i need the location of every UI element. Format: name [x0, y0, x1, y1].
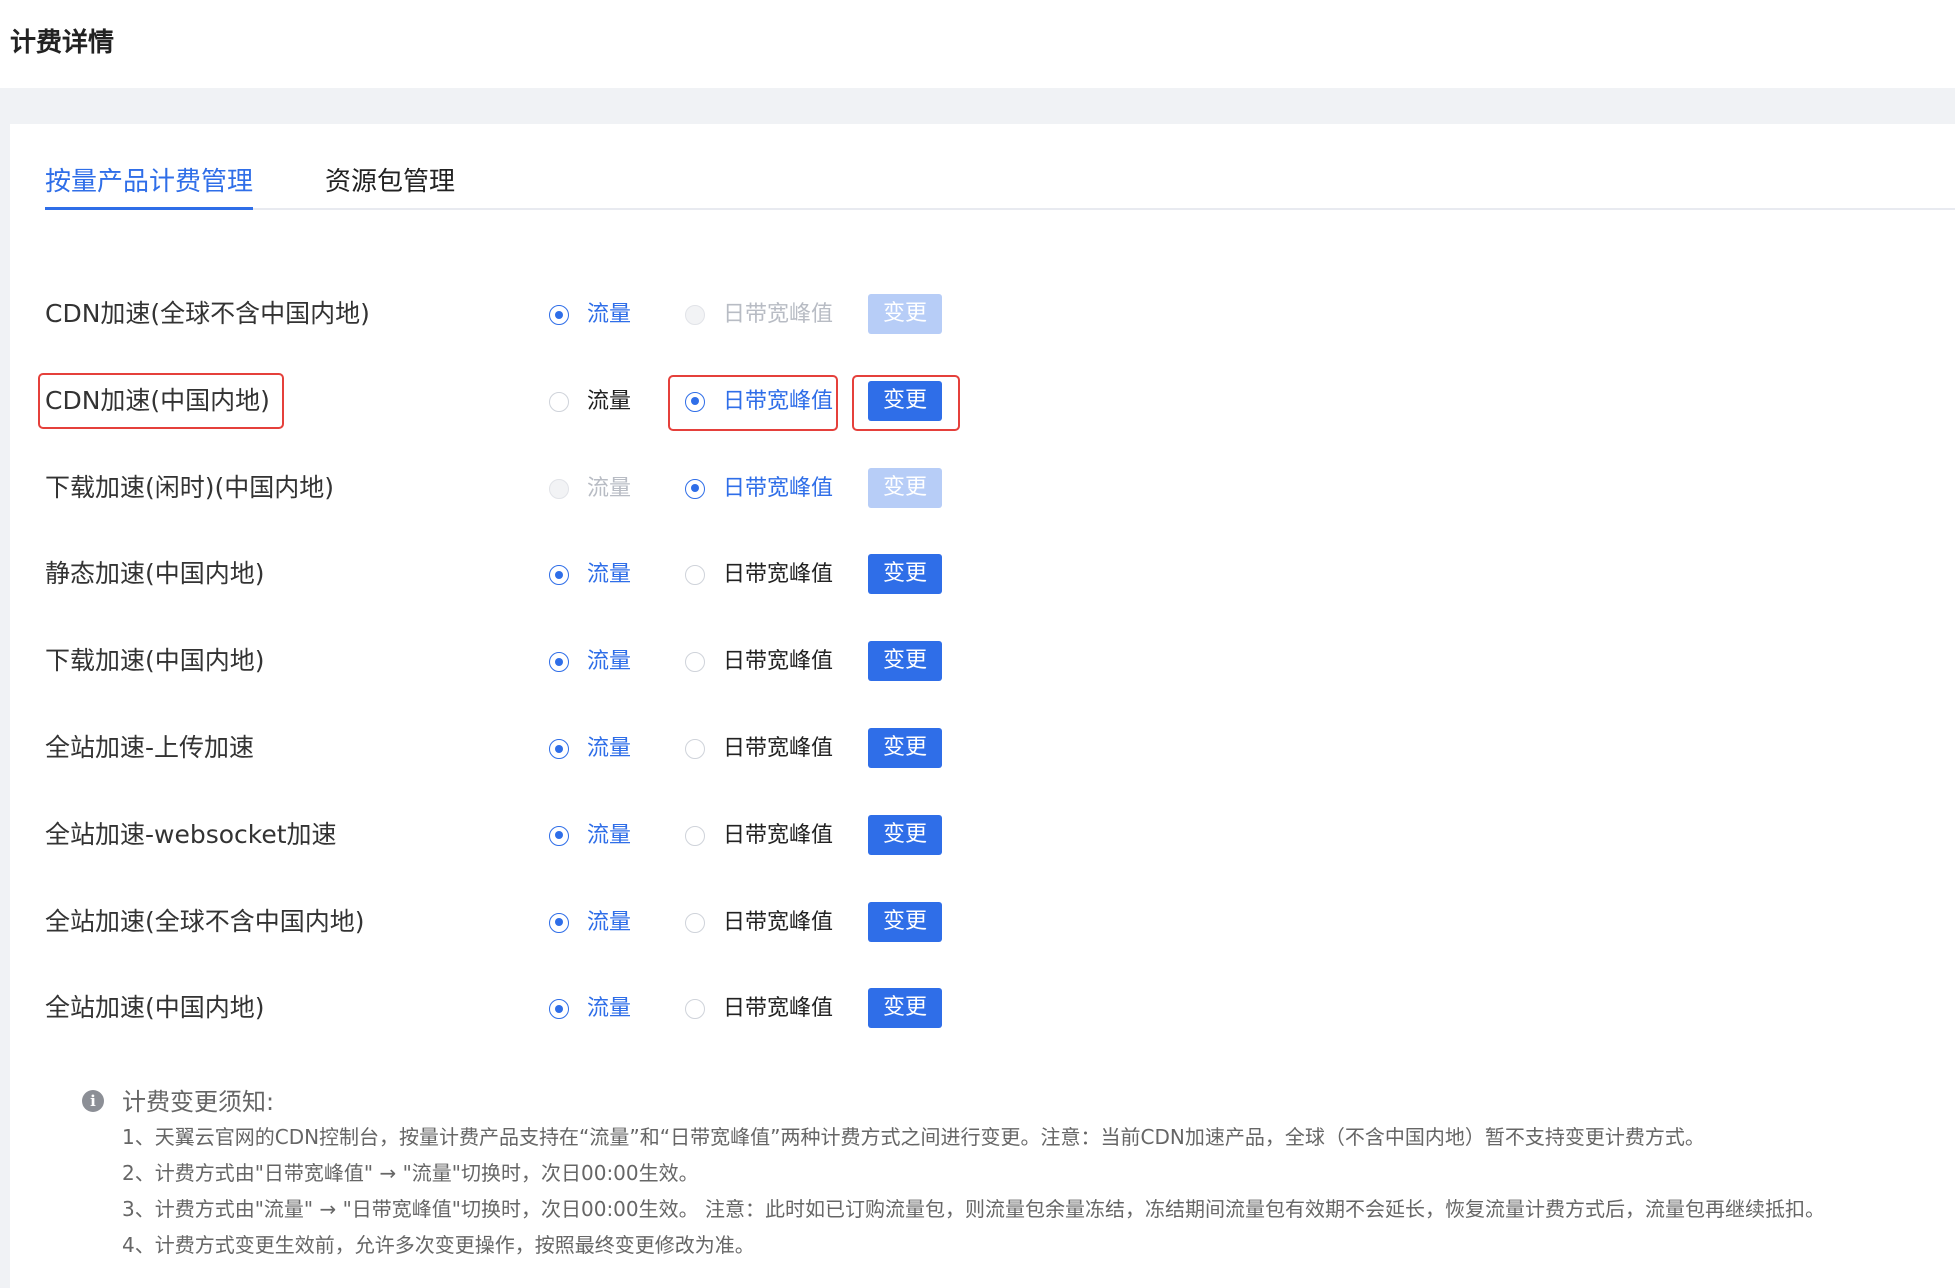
- tab-pay-as-you-go[interactable]: 按量产品计费管理: [45, 164, 254, 210]
- billing-row: CDN加速(全球不含中国内地) 流量 日带宽峰值 变更: [10, 286, 1110, 346]
- billing-row: 全站加速(全球不含中国内地) 流量 日带宽峰值 变更: [10, 894, 1110, 954]
- product-name: 全站加速-上传加速: [45, 733, 255, 762]
- change-button[interactable]: 变更: [868, 814, 942, 855]
- radio-label: 流量: [587, 388, 632, 414]
- page-header: 计费详情: [0, 0, 1955, 88]
- radio-circle-icon: [549, 478, 569, 499]
- billing-row: 下载加速(中国内地) 流量 日带宽峰值 变更: [10, 633, 1110, 693]
- radio-circle-icon: [685, 652, 705, 673]
- change-button[interactable]: 变更: [868, 988, 942, 1029]
- product-name: 全站加速(中国内地): [45, 993, 265, 1023]
- radio-circle-icon: [685, 305, 705, 325]
- radio-circle-icon: [685, 478, 705, 499]
- radio-label: 流量: [587, 475, 632, 501]
- radio-label: 流量: [587, 909, 632, 935]
- radio-label: 日带宽峰值: [723, 388, 834, 414]
- billing-row: 静态加速(中国内地) 流量 日带宽峰值 变更: [10, 546, 1110, 606]
- product-name: 下载加速(中国内地): [45, 646, 265, 676]
- billing-row: CDN加速(中国内地) 流量 日带宽峰值 变更: [10, 372, 1110, 433]
- radio-label: 流量: [587, 649, 632, 675]
- radio-circle-icon: [685, 999, 705, 1020]
- radio-label: 流量: [587, 736, 632, 761]
- product-name: CDN加速(中国内地): [45, 385, 270, 415]
- radio-label: 日带宽峰值: [723, 302, 834, 327]
- product-name: 下载加速(闲时)(中国内地): [45, 472, 335, 502]
- radio-circle-icon: [685, 565, 705, 586]
- radio-label: 流量: [587, 562, 632, 588]
- product-name: 全站加速(全球不含中国内地): [45, 906, 365, 936]
- radio-circle-icon: [685, 739, 705, 759]
- change-button: 变更: [868, 294, 942, 334]
- radio-circle-icon: [685, 912, 705, 933]
- notice-line-3: 3、计费方式由"流量" → "日带宽峰值"切换时，次日00:00生效。 注意：此…: [122, 1197, 1825, 1221]
- radio-label: 日带宽峰值: [723, 562, 834, 588]
- change-button[interactable]: 变更: [868, 554, 942, 595]
- radio-label: 日带宽峰值: [723, 649, 834, 675]
- radio-circle-icon: [549, 652, 569, 673]
- radio-circle-icon: [549, 305, 569, 325]
- billing-row: 全站加速-上传加速 流量 日带宽峰值 变更: [10, 720, 1110, 780]
- radio-label: 日带宽峰值: [723, 736, 834, 761]
- notice-line-1: 1、天翼云官网的CDN控制台，按量计费产品支持在“流量”和“日带宽峰值”两种计费…: [122, 1125, 1705, 1149]
- radio-label: 流量: [587, 996, 632, 1022]
- tab-bar: 按量产品计费管理 资源包管理: [45, 164, 1955, 210]
- info-icon: i: [82, 1090, 104, 1112]
- radio-label: 日带宽峰值: [723, 996, 834, 1022]
- page-title: 计费详情: [10, 28, 115, 58]
- radio-circle-icon: [685, 825, 705, 846]
- change-button[interactable]: 变更: [868, 728, 942, 768]
- radio-circle-icon: [549, 912, 569, 933]
- notice-line-4: 4、计费方式变更生效前，允许多次变更操作，按照最终变更修改为准。: [122, 1233, 755, 1257]
- tab-resource-package[interactable]: 资源包管理: [325, 164, 455, 200]
- radio-circle-icon: [549, 391, 569, 412]
- change-button[interactable]: 变更: [868, 901, 942, 942]
- radio-circle-icon: [549, 999, 569, 1020]
- radio-circle-icon: [549, 565, 569, 586]
- product-name: 静态加速(中国内地): [45, 559, 265, 589]
- change-button[interactable]: 变更: [868, 641, 942, 682]
- notice-line-2: 2、计费方式由"日带宽峰值" → "流量"切换时，次日00:00生效。: [122, 1161, 699, 1185]
- radio-circle-icon: [549, 825, 569, 846]
- radio-circle-icon: [549, 739, 569, 759]
- radio-label: 流量: [587, 822, 632, 848]
- product-name: 全站加速-websocket加速: [45, 819, 337, 849]
- billing-row: 全站加速-websocket加速 流量 日带宽峰值 变更: [10, 807, 1110, 867]
- billing-row: 全站加速(中国内地) 流量 日带宽峰值 变更: [10, 980, 1110, 1040]
- radio-label: 流量: [587, 302, 632, 327]
- notice-title: 计费变更须知:: [122, 1088, 275, 1116]
- change-button[interactable]: 变更: [868, 380, 942, 421]
- product-name: CDN加速(全球不含中国内地): [45, 299, 370, 328]
- radio-label: 日带宽峰值: [723, 475, 834, 501]
- billing-card: 按量产品计费管理 资源包管理 CDN加速(全球不含中国内地) 流量 日带宽峰值 变更 C…: [10, 124, 1955, 1288]
- change-button: 变更: [868, 467, 942, 508]
- radio-circle-icon: [685, 391, 705, 412]
- radio-label: 日带宽峰值: [723, 909, 834, 935]
- radio-label: 日带宽峰值: [723, 822, 834, 848]
- billing-row: 下载加速(闲时)(中国内地) 流量 日带宽峰值 变更: [10, 460, 1110, 520]
